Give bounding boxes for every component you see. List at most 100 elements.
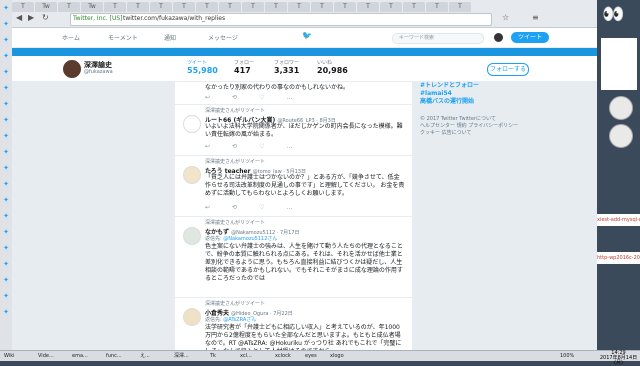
volume-level[interactable]: 100% [560, 352, 574, 360]
trend-item[interactable]: #lamai54 [420, 90, 530, 98]
twitter-bird-icon[interactable]: 🐦 [302, 31, 312, 40]
bookmark-star-icon[interactable]: ☆ [502, 13, 509, 22]
browser-tab[interactable]: Tw [81, 2, 103, 12]
like-icon[interactable]: ♡ [259, 94, 264, 101]
twitter-tab-icon[interactable]: ✦ [2, 228, 10, 236]
account-avatar[interactable] [494, 33, 503, 42]
nav-moments[interactable]: モーメント [108, 33, 138, 42]
stat-tweets[interactable]: ツイート 55,980 [187, 59, 218, 75]
twitter-tab-icon[interactable]: ✦ [2, 148, 10, 156]
tweet-avatar[interactable] [183, 115, 201, 133]
footer-link[interactable]: 広告について [442, 130, 472, 136]
stat-likes[interactable]: いいね 20,986 [317, 59, 348, 75]
reply-to-user[interactable]: @Nakamozu5112さん [223, 236, 277, 242]
address-bar[interactable]: Twitter, Inc. [US] twitter.com/fukazawa/… [70, 13, 492, 26]
browser-tab[interactable]: T [104, 2, 126, 12]
taskbar-item[interactable]: xlogo [330, 352, 344, 360]
reply-to-user[interactable]: @ATsZRAさん [223, 317, 256, 323]
twitter-tab-icon[interactable]: ✦ [2, 20, 10, 28]
tweet-avatar[interactable] [183, 308, 201, 326]
browser-tab[interactable]: T [242, 2, 264, 12]
reply-icon[interactable]: ↩ [205, 94, 210, 101]
taskbar-item[interactable]: え... [140, 352, 150, 360]
like-icon[interactable]: ♡ [259, 204, 264, 211]
taskbar-item[interactable]: 深澤... [174, 352, 189, 360]
taskbar-item[interactable]: Wiki [4, 352, 15, 360]
twitter-tab-icon[interactable]: ✦ [2, 180, 10, 188]
url-text[interactable]: twitter.com/fukazawa/with_replies [123, 15, 225, 22]
taskbar-item[interactable]: ema... [72, 352, 88, 360]
nav-home[interactable]: ホーム [62, 33, 80, 42]
twitter-tab-icon[interactable]: ✦ [2, 164, 10, 172]
tweet[interactable]: 深澤諭史さんがリツイート たろう teacher @tomo_law · 5月1… [175, 156, 412, 217]
footer-link[interactable]: クッキー [420, 130, 440, 136]
more-icon[interactable]: … [286, 94, 292, 101]
twitter-tab-icon[interactable]: ✦ [2, 196, 10, 204]
browser-tab[interactable]: T [334, 2, 356, 12]
more-icon[interactable]: … [286, 143, 292, 150]
twitter-tab-icon[interactable]: ✦ [2, 308, 10, 316]
like-icon[interactable]: ♡ [259, 143, 264, 150]
footer-link[interactable]: プライバシーポリシー [468, 123, 518, 129]
twitter-tab-icon[interactable]: ✦ [2, 68, 10, 76]
twitter-tab-icon[interactable]: ✦ [2, 4, 10, 12]
twitter-tab-icon[interactable]: ✦ [2, 292, 10, 300]
twitter-tab-icon[interactable]: ✦ [2, 36, 10, 44]
browser-tab[interactable]: T [311, 2, 333, 12]
taskbar-item[interactable]: xcl... [240, 352, 252, 360]
reply-icon[interactable]: ↩ [205, 143, 210, 150]
browser-tab[interactable]: T [380, 2, 402, 12]
tweet[interactable]: 深澤諭史さんがリツイート 小倉秀夫 @Hideo_Ogura · 7月22日 返… [175, 298, 412, 350]
more-icon[interactable]: … [286, 204, 292, 211]
footer-link[interactable]: Twitterについて [459, 116, 496, 122]
search-input[interactable]: キーワード検索 [392, 33, 484, 44]
stat-followers[interactable]: フォロワー 3,331 [274, 59, 299, 75]
stat-following[interactable]: フォロー 417 [234, 59, 254, 75]
twitter-tab-icon[interactable]: ✦ [2, 212, 10, 220]
browser-tab[interactable]: T [173, 2, 195, 12]
forward-icon[interactable]: ▶ [28, 13, 34, 22]
browser-tab[interactable]: T [265, 2, 287, 12]
taskbar-item[interactable]: xclock [275, 352, 291, 360]
trend-item[interactable]: #トレンドとフォロー [420, 82, 530, 90]
browser-tab[interactable]: T [12, 2, 34, 12]
desktop-note[interactable]: http-wp2016c-2016100 [597, 252, 640, 264]
twitter-tab-icon[interactable]: ✦ [2, 100, 10, 108]
site-identity[interactable]: Twitter, Inc. [US] [73, 15, 123, 22]
taskbar-item[interactable]: func... [106, 352, 122, 360]
browser-tab[interactable]: T [403, 2, 425, 12]
twitter-tab-icon[interactable]: ✦ [2, 52, 10, 60]
twitter-tab-icon[interactable]: ✦ [2, 132, 10, 140]
browser-tab[interactable]: T [357, 2, 379, 12]
menu-icon[interactable]: ≡ [532, 13, 539, 22]
footer-link[interactable]: 規約 [457, 123, 467, 129]
browser-tab[interactable]: T [426, 2, 448, 12]
twitter-tab-icon[interactable]: ✦ [2, 116, 10, 124]
profile-avatar[interactable] [62, 59, 82, 79]
back-icon[interactable]: ◀ [16, 13, 22, 22]
browser-tab[interactable]: T [219, 2, 241, 12]
tweet[interactable]: 深澤諭史さんがリツイート なかもず @Nakamozu5112 · 7月17日 … [175, 217, 412, 298]
taskbar-item[interactable]: eyes [305, 352, 317, 360]
nav-messages[interactable]: メッセージ [208, 33, 238, 42]
twitter-tab-icon[interactable]: ✦ [2, 276, 10, 284]
twitter-tab-icon[interactable]: ✦ [2, 260, 10, 268]
browser-tab[interactable]: T [288, 2, 310, 12]
browser-tab[interactable]: T [58, 2, 80, 12]
tweet-avatar[interactable] [183, 227, 201, 245]
retweet-icon[interactable]: ⟲ [232, 94, 237, 101]
trend-item[interactable]: 高橋バスの運行開始 [420, 98, 530, 106]
footer-link[interactable]: ヘルプセンター [420, 123, 455, 129]
tweet[interactable]: 深澤諭史さんがリツイート ルート66 (ギルバン大賞) @Route66_LP3… [175, 105, 412, 156]
browser-tab[interactable]: T [449, 2, 471, 12]
retweet-icon[interactable]: ⟲ [232, 204, 237, 211]
twitter-tab-icon[interactable]: ✦ [2, 244, 10, 252]
browser-tab[interactable]: Tw [35, 2, 57, 12]
browser-tab[interactable]: T [127, 2, 149, 12]
taskbar-item[interactable]: Tk [210, 352, 216, 360]
tweet-avatar[interactable] [183, 166, 201, 184]
follow-button[interactable]: フォローする [487, 63, 529, 76]
twitter-tab-icon[interactable]: ✦ [2, 84, 10, 92]
taskbar-item[interactable]: Vide... [38, 352, 54, 360]
nav-notifications[interactable]: 通知 [164, 33, 176, 42]
